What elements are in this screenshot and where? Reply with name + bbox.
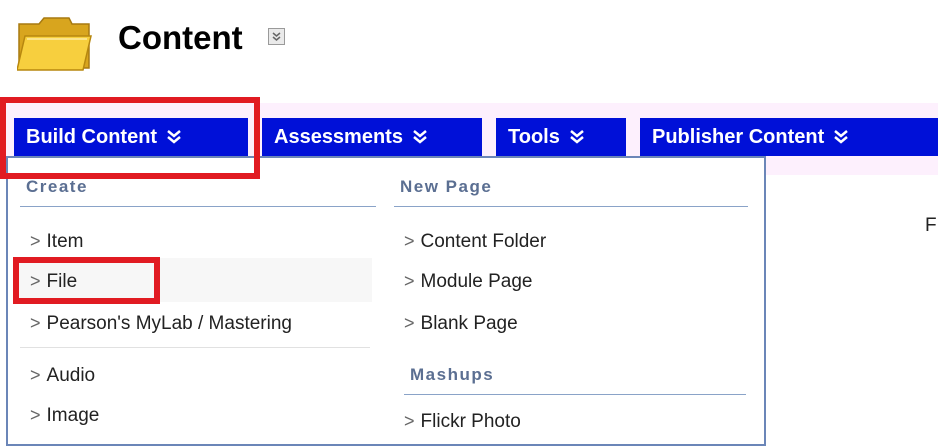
menu-item-flickr-photo[interactable]: > Flickr Photo <box>404 408 521 435</box>
menu-item-pearsons-mylab[interactable]: > Pearson's MyLab / Mastering <box>30 310 292 337</box>
menu-section-header-mashups: Mashups <box>410 365 495 384</box>
chevron-right-icon: > <box>404 313 415 333</box>
chevron-double-down-icon <box>272 32 281 41</box>
page-title: Content <box>118 19 243 56</box>
chevron-double-down-icon <box>167 130 181 144</box>
tab-publisher-content[interactable]: Publisher Content <box>640 118 938 156</box>
tab-assessments[interactable]: Assessments <box>262 118 482 156</box>
title-menu-button[interactable] <box>268 28 285 45</box>
menu-item-content-folder[interactable]: > Content Folder <box>404 228 546 255</box>
menu-section-header-create: Create <box>26 177 88 196</box>
tab-build-content[interactable]: Build Content <box>14 118 248 156</box>
menu-item-audio[interactable]: > Audio <box>30 362 95 389</box>
menu-item-file[interactable]: > File <box>30 268 77 295</box>
menu-item-module-page[interactable]: > Module Page <box>404 268 532 295</box>
menu-section-header-new-page: New Page <box>400 177 493 196</box>
chevron-double-down-icon <box>413 130 427 144</box>
menu-item-image[interactable]: > Image <box>30 402 99 429</box>
chevron-right-icon: > <box>30 271 41 291</box>
tab-label: Assessments <box>274 125 403 148</box>
chevron-right-icon: > <box>30 313 41 333</box>
background-text: F <box>925 215 937 236</box>
folder-icon <box>16 14 93 72</box>
chevron-right-icon: > <box>30 231 41 251</box>
menu-item-blank-page[interactable]: > Blank Page <box>404 310 518 337</box>
chevron-right-icon: > <box>404 411 415 431</box>
section-divider <box>20 206 376 207</box>
menu-item-item[interactable]: > Item <box>30 228 83 255</box>
chevron-right-icon: > <box>30 405 41 425</box>
tab-label: Publisher Content <box>652 125 825 148</box>
chevron-right-icon: > <box>404 271 415 291</box>
tab-label: Tools <box>508 125 560 148</box>
section-divider <box>394 206 748 207</box>
separator <box>20 347 370 348</box>
chevron-right-icon: > <box>30 365 41 385</box>
tab-label: Build Content <box>26 125 158 148</box>
tab-tools[interactable]: Tools <box>496 118 626 156</box>
section-divider <box>404 394 746 395</box>
chevron-double-down-icon <box>834 130 849 144</box>
chevron-double-down-icon <box>570 130 584 144</box>
chevron-right-icon: > <box>404 231 415 251</box>
